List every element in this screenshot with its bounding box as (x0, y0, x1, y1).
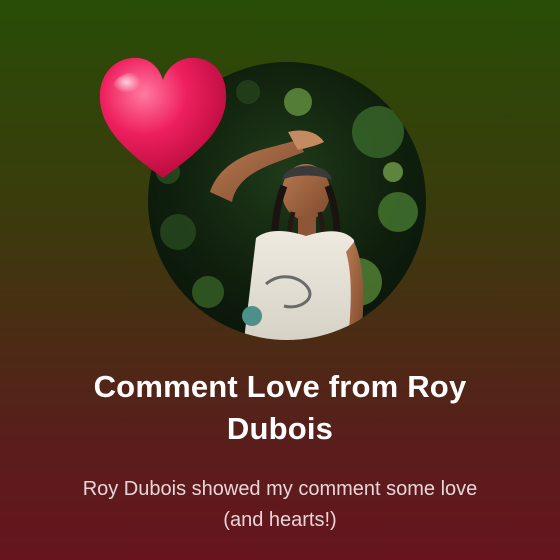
heart-icon (99, 57, 227, 178)
notification-card: Comment Love from Roy Dubois Roy Dubois … (0, 0, 560, 560)
notification-title: Comment Love from Roy Dubois (93, 369, 467, 446)
notification-message: Roy Dubois showed my comment some love (… (82, 478, 478, 531)
